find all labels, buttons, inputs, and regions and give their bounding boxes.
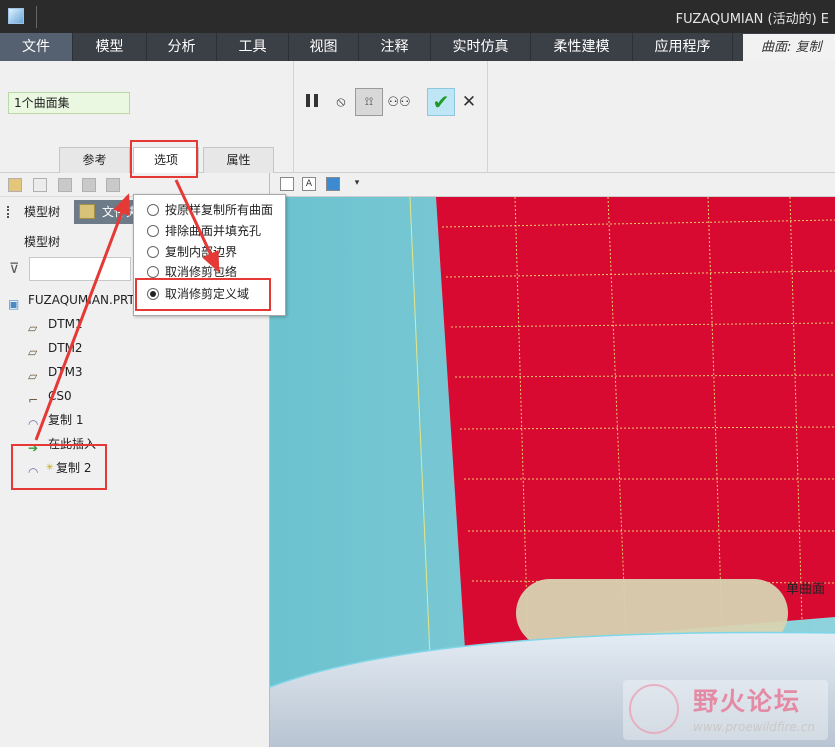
save-icon[interactable] bbox=[82, 178, 96, 192]
datum-plane-icon: ▱ bbox=[28, 321, 38, 335]
pause-button[interactable] bbox=[298, 88, 326, 116]
tab-properties[interactable]: 属性 bbox=[203, 147, 274, 173]
ribbon-divider bbox=[487, 61, 488, 173]
zoom-icon[interactable] bbox=[280, 177, 294, 191]
tree-item-label: FUZAQUMIAN.PRT bbox=[28, 293, 135, 307]
option-label: 复制内部边界 bbox=[165, 245, 238, 259]
tree-item-copy-1[interactable]: ◠ 复制 1 bbox=[0, 409, 266, 431]
filter-icon[interactable]: ⊽ bbox=[9, 261, 19, 277]
x-icon: ✕ bbox=[461, 92, 477, 112]
tab-analysis[interactable]: 分析 bbox=[147, 33, 217, 61]
tab-model-tree[interactable]: 模型树 bbox=[4, 199, 60, 225]
title-separator bbox=[36, 6, 37, 28]
verify-button[interactable]: ⚇⚇ bbox=[385, 88, 413, 116]
no-entry-icon: ⦸ bbox=[336, 94, 346, 110]
watermark-title: 野火论坛 bbox=[693, 687, 802, 716]
tab-folder-browser[interactable]: 文件夹 bbox=[74, 200, 139, 224]
tree-item-label: CS0 bbox=[48, 389, 72, 403]
save-as-icon[interactable] bbox=[106, 178, 120, 192]
pause-icon bbox=[304, 94, 320, 110]
datum-plane-icon: ▱ bbox=[28, 369, 38, 383]
tree-item-cs0[interactable]: ⌐ CS0 bbox=[0, 385, 266, 407]
forum-watermark: 野火论坛 www.proewildfire.cn bbox=[623, 680, 828, 740]
ribbon-divider bbox=[293, 61, 294, 173]
option-label: 按原样复制所有曲面 bbox=[165, 203, 274, 217]
ok-button[interactable]: ✔ bbox=[427, 88, 455, 116]
tab-flexible-modeling[interactable]: 柔性建模 bbox=[531, 33, 633, 61]
title-bar: FUZAQUMIAN (活动的) E bbox=[0, 0, 835, 33]
dropdown-arrow-icon[interactable]: ▾ bbox=[350, 177, 364, 191]
preview-icon: ⟟⟟ bbox=[364, 95, 374, 108]
checkmark-icon: ✔ bbox=[432, 90, 450, 114]
tab-file[interactable]: 文件 bbox=[0, 33, 73, 61]
tab-surface-copy[interactable]: 曲面: 复制 bbox=[743, 34, 835, 61]
model-render bbox=[270, 197, 835, 747]
open-icon[interactable] bbox=[58, 178, 72, 192]
ribbon-tab-bar: 文件 模型 分析 工具 视图 注释 实时仿真 柔性建模 应用程序 曲面: 复制 bbox=[0, 33, 835, 61]
copy-surface-icon: ◠ bbox=[28, 417, 39, 431]
graphics-viewport[interactable]: 单曲面 bbox=[270, 197, 835, 747]
tree-search-input[interactable] bbox=[29, 257, 131, 281]
radio-button[interactable] bbox=[147, 246, 159, 258]
app-icon[interactable] bbox=[8, 8, 24, 24]
radio-button[interactable] bbox=[147, 266, 159, 278]
option-copy-inside-boundary[interactable]: 复制内部边界 bbox=[144, 242, 284, 262]
cancel-button[interactable]: ✕ bbox=[455, 88, 483, 116]
tab-references[interactable]: 参考 bbox=[59, 147, 130, 173]
highlight-untrim-domain bbox=[135, 278, 271, 311]
no-preview-button[interactable]: ⦸ bbox=[327, 88, 355, 116]
coordinate-system-icon: ⌐ bbox=[28, 393, 39, 407]
tree-item-label: DTM1 bbox=[48, 317, 83, 331]
surface-set-collector[interactable]: 1个曲面集 bbox=[8, 92, 130, 114]
tab-applications[interactable]: 应用程序 bbox=[633, 33, 733, 61]
tree-item-dtm1[interactable]: ▱ DTM1 bbox=[0, 313, 266, 335]
tree-item-label: DTM3 bbox=[48, 365, 83, 379]
text-display-button[interactable]: A bbox=[302, 177, 316, 191]
glasses-icon: ⚇⚇ bbox=[387, 94, 411, 110]
graphics-toolbar: A ▾ bbox=[270, 173, 835, 197]
part-icon: ▣ bbox=[8, 297, 20, 311]
display-style-icon[interactable] bbox=[326, 177, 340, 191]
highlight-options-tab bbox=[130, 140, 198, 178]
tree-item-dtm2[interactable]: ▱ DTM2 bbox=[0, 337, 266, 359]
preview-button[interactable]: ⟟⟟ bbox=[355, 88, 383, 116]
tab-tools[interactable]: 工具 bbox=[217, 33, 289, 61]
window-title: FUZAQUMIAN (活动的) E bbox=[675, 12, 829, 27]
option-copy-all-as-is[interactable]: 按原样复制所有曲面 bbox=[144, 200, 284, 220]
tab-model[interactable]: 模型 bbox=[73, 33, 147, 61]
radio-button[interactable] bbox=[147, 204, 159, 216]
tree-item-label: DTM2 bbox=[48, 341, 83, 355]
tree-item-dtm3[interactable]: ▱ DTM3 bbox=[0, 361, 266, 383]
radio-button[interactable] bbox=[147, 225, 159, 237]
tree-item-label: 复制 1 bbox=[48, 413, 84, 427]
highlight-copy-2 bbox=[11, 444, 107, 490]
option-exclude-and-fill[interactable]: 排除曲面并填充孔 bbox=[144, 221, 284, 241]
settings-icon[interactable] bbox=[8, 178, 22, 192]
option-label: 排除曲面并填充孔 bbox=[165, 224, 262, 238]
copy-dashboard: 1个曲面集 ⦸ ⟟⟟ ⚇⚇ ✔ ✕ 参考 选项 属性 bbox=[0, 61, 835, 173]
surface-tooltip: 单曲面 bbox=[786, 582, 826, 597]
folder-icon bbox=[79, 204, 95, 219]
tab-annotate[interactable]: 注释 bbox=[359, 33, 431, 61]
tree-heading: 模型树 bbox=[24, 235, 61, 249]
watermark-url: www.proewildfire.cn bbox=[693, 720, 815, 734]
butterfly-logo-icon bbox=[629, 684, 679, 734]
datum-plane-icon: ▱ bbox=[28, 345, 38, 359]
new-icon[interactable] bbox=[33, 178, 47, 192]
tab-view[interactable]: 视图 bbox=[289, 33, 359, 61]
tab-simulation[interactable]: 实时仿真 bbox=[431, 33, 531, 61]
